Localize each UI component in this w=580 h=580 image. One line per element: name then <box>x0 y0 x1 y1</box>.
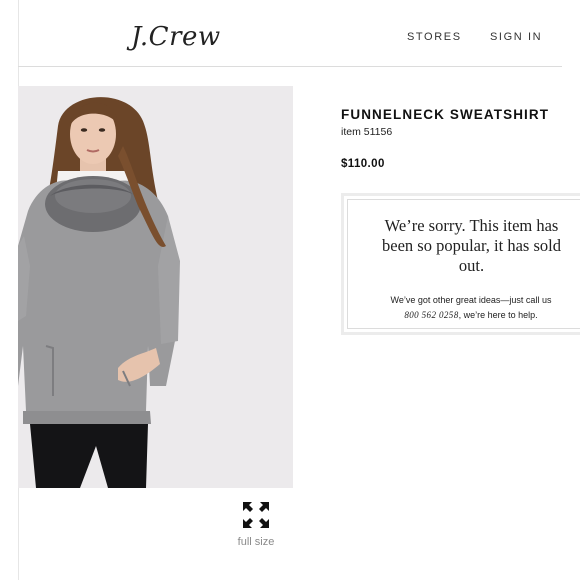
nav-stores-link[interactable]: STORES <box>407 31 462 43</box>
phone-number-link[interactable]: 800 562 0258 <box>404 310 458 320</box>
sold-out-message-line-1: We’re sorry. This item has <box>384 216 559 235</box>
sold-out-notice: We’re sorry. This item has been so popul… <box>341 193 580 335</box>
sold-out-message-line-2: been so popular, it has sold <box>382 236 561 255</box>
product-page: J.Crew STORES SIGN IN full size FUNNELNE… <box>0 0 580 580</box>
sold-out-inner-border: We’re sorry. This item has been so popul… <box>347 199 580 329</box>
contact-info: We’ve got other great ideas—just call us… <box>348 293 580 323</box>
header-divider <box>18 66 562 67</box>
full-size-button[interactable]: full size <box>226 500 286 560</box>
item-number: item 51156 <box>341 126 393 138</box>
jcrew-logo[interactable]: J.Crew <box>131 22 221 52</box>
full-size-label: full size <box>237 536 275 548</box>
sold-out-message-line-3: out. <box>458 256 485 275</box>
expand-arrows-icon <box>243 502 269 528</box>
site-header: J.Crew STORES SIGN IN <box>0 0 580 66</box>
sold-out-message: We’re sorry. This item has been so popul… <box>348 216 580 276</box>
product-price: $110.00 <box>341 158 385 170</box>
product-title: FUNNELNECK SWEATSHIRT <box>341 107 550 122</box>
product-image[interactable] <box>18 86 293 488</box>
model-photo-illustration <box>18 86 293 488</box>
nav-sign-in-link[interactable]: SIGN IN <box>490 31 542 43</box>
contact-prefix: We’ve got other great ideas—just call us <box>390 295 552 305</box>
contact-suffix: , we’re here to help. <box>458 310 538 320</box>
